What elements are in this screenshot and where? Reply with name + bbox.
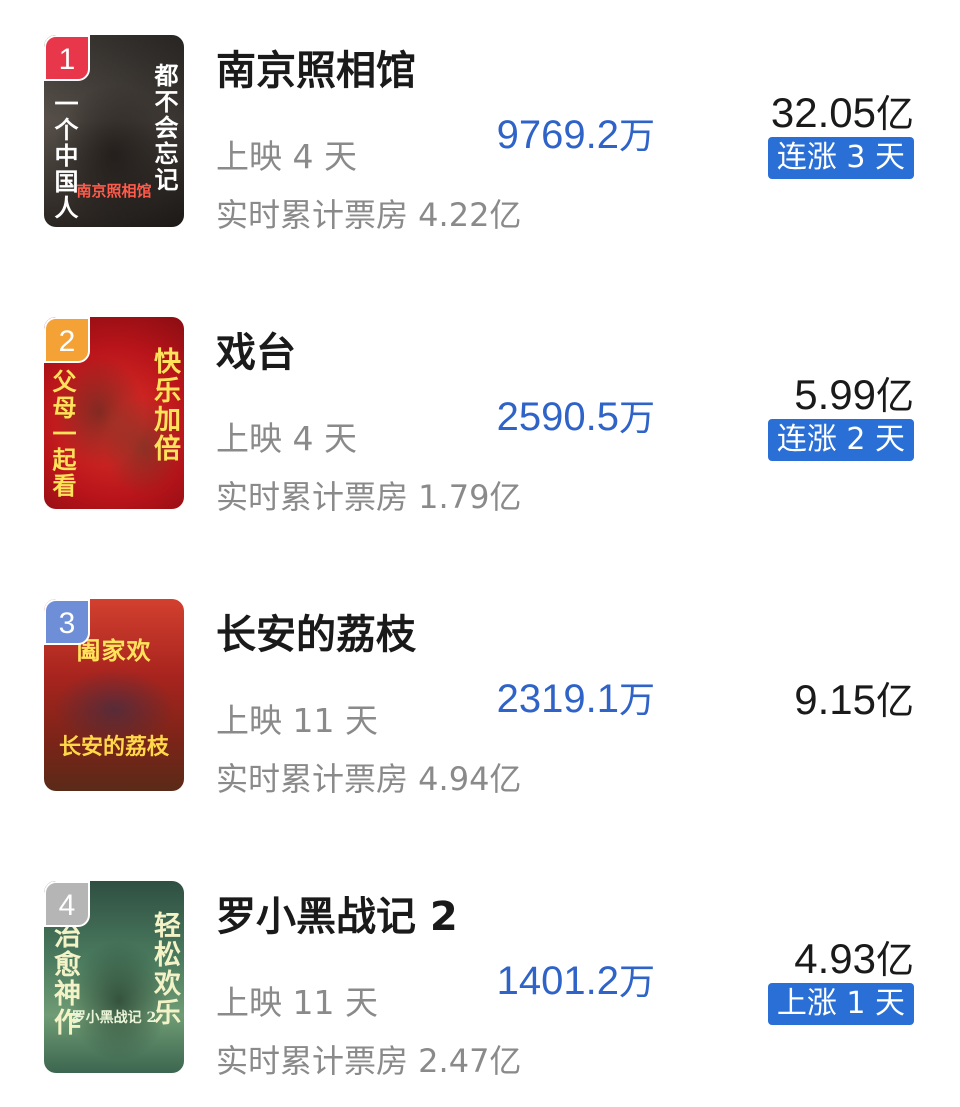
movie-title[interactable]: 戏台 — [216, 320, 296, 378]
rank-badge: 4 — [44, 881, 90, 927]
poster-right-tagline: 快乐加倍 — [149, 347, 180, 463]
daily-value: 2590.5 — [496, 395, 619, 439]
trend-badge: 上涨 1 天 — [767, 983, 914, 1025]
daily-unit: 万 — [618, 680, 655, 721]
total-box-office: 32.05亿 — [771, 83, 914, 138]
movie-poster[interactable]: 父母一起看 快乐加倍 2 — [44, 317, 184, 509]
total-unit: 亿 — [875, 679, 914, 723]
total-value: 5.99 — [794, 371, 876, 418]
poster-logo: 长安的荔枝 — [58, 734, 169, 760]
realtime-cumulative-box-office: 实时累计票房 4.94亿 — [216, 760, 522, 798]
movie-poster[interactable]: 一个中国人 都不会忘记 南京照相馆 1 — [44, 35, 184, 227]
rank-badge: 1 — [44, 35, 90, 81]
release-days: 上映 11 天 — [216, 983, 378, 1022]
realtime-cumulative-box-office: 实时累计票房 1.79亿 — [216, 478, 522, 516]
total-value: 4.93 — [794, 935, 876, 982]
release-days: 上映 11 天 — [216, 701, 378, 740]
daily-box-office: 2590.5万 — [497, 389, 655, 441]
total-unit: 亿 — [875, 92, 914, 136]
movie-title[interactable]: 罗小黑战记 2 — [216, 884, 458, 942]
daily-unit: 万 — [618, 962, 655, 1003]
rank-badge: 3 — [44, 599, 90, 645]
movie-title[interactable]: 长安的荔枝 — [216, 602, 416, 660]
movie-row[interactable]: 父母一起看 快乐加倍 2 戏台 上映 4 天 实时累计票房 1.79亿 2590… — [0, 312, 960, 516]
daily-unit: 万 — [618, 116, 655, 157]
poster-logo: 南京照相馆 — [76, 182, 152, 200]
trend-badge: 连涨 2 天 — [767, 419, 914, 461]
movie-poster[interactable]: 阖家欢 长安的荔枝 3 — [44, 599, 184, 791]
trend-badge: 连涨 3 天 — [767, 137, 914, 179]
poster-logo: 罗小黑战记 2 — [71, 1010, 157, 1026]
daily-box-office: 9769.2万 — [497, 107, 655, 159]
poster-right-tagline: 都不会忘记 — [150, 63, 179, 193]
total-unit: 亿 — [875, 374, 914, 418]
realtime-cumulative-box-office: 实时累计票房 2.47亿 — [216, 1042, 522, 1080]
total-value: 32.05 — [770, 89, 876, 136]
poster-left-tagline: 父母一起看 — [48, 369, 77, 499]
release-days: 上映 4 天 — [216, 419, 357, 458]
poster-left-tagline: 一个中国人 — [50, 91, 79, 221]
movie-row[interactable]: 阖家欢 长安的荔枝 3 长安的荔枝 上映 11 天 实时累计票房 4.94亿 2… — [0, 594, 960, 798]
box-office-list: 一个中国人 都不会忘记 南京照相馆 1 南京照相馆 上映 4 天 实时累计票房 … — [0, 0, 960, 1107]
realtime-cumulative-box-office: 实时累计票房 4.22亿 — [216, 196, 522, 234]
daily-value: 2319.1 — [496, 677, 619, 721]
total-value: 9.15 — [794, 676, 876, 723]
total-box-office: 5.99亿 — [794, 365, 914, 420]
total-unit: 亿 — [875, 938, 914, 982]
daily-box-office: 1401.2万 — [497, 953, 655, 1005]
total-box-office: 9.15亿 — [794, 670, 914, 725]
daily-unit: 万 — [618, 398, 655, 439]
release-days: 上映 4 天 — [216, 137, 357, 176]
total-box-office: 4.93亿 — [794, 929, 914, 984]
daily-box-office: 2319.1万 — [497, 671, 655, 723]
rank-badge: 2 — [44, 317, 90, 363]
movie-title[interactable]: 南京照相馆 — [216, 38, 416, 96]
movie-poster[interactable]: 治愈神作 轻松欢乐 罗小黑战记 2 4 — [44, 881, 184, 1073]
daily-value: 9769.2 — [496, 113, 619, 157]
movie-row[interactable]: 一个中国人 都不会忘记 南京照相馆 1 南京照相馆 上映 4 天 实时累计票房 … — [0, 30, 960, 234]
movie-row[interactable]: 治愈神作 轻松欢乐 罗小黑战记 2 4 罗小黑战记 2 上映 11 天 实时累计… — [0, 876, 960, 1080]
daily-value: 1401.2 — [496, 959, 619, 1003]
